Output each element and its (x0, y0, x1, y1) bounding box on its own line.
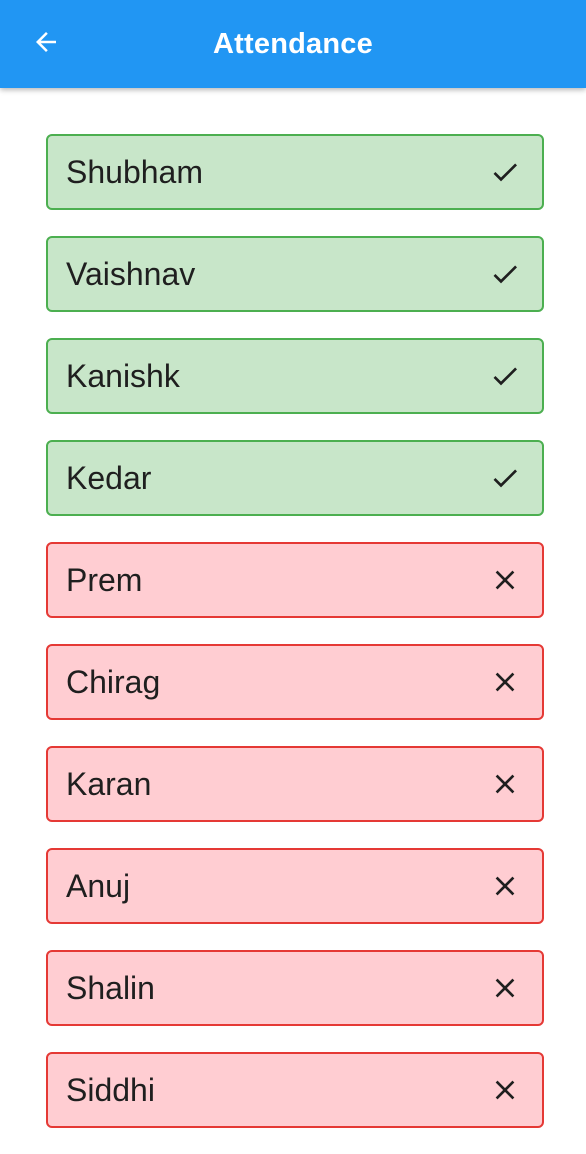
student-name: Vaishnav (66, 255, 196, 292)
check-icon (488, 461, 522, 495)
student-row-karan[interactable]: Karan (46, 746, 544, 822)
check-icon (488, 257, 522, 291)
close-icon (488, 869, 522, 903)
arrow-back-icon (31, 27, 61, 62)
close-icon (488, 767, 522, 801)
student-row-siddhi[interactable]: Siddhi (46, 1052, 544, 1128)
student-name: Anuj (66, 867, 131, 904)
student-name: Shubham (66, 153, 203, 190)
check-icon (488, 359, 522, 393)
close-icon (488, 563, 522, 597)
student-row-chirag[interactable]: Chirag (46, 644, 544, 720)
student-row-shalin[interactable]: Shalin (46, 950, 544, 1026)
attendance-list: Shubham Vaishnav Kanishk Kedar Prem Chir… (46, 134, 544, 1154)
student-name: Siddhi (66, 1071, 155, 1108)
app-bar: Attendance (0, 0, 586, 88)
student-name: Karan (66, 765, 152, 802)
student-row-anuj[interactable]: Anuj (46, 848, 544, 924)
student-row-shubham[interactable]: Shubham (46, 134, 544, 210)
student-row-kanishk[interactable]: Kanishk (46, 338, 544, 414)
student-row-vaishnav[interactable]: Vaishnav (46, 236, 544, 312)
check-icon (488, 155, 522, 189)
student-name: Kedar (66, 459, 152, 496)
student-row-prem[interactable]: Prem (46, 542, 544, 618)
close-icon (488, 665, 522, 699)
student-name: Kanishk (66, 357, 180, 394)
back-button[interactable] (22, 22, 70, 66)
student-name: Chirag (66, 663, 161, 700)
page-title: Attendance (213, 27, 373, 60)
student-row-kedar[interactable]: Kedar (46, 440, 544, 516)
close-icon (488, 1073, 522, 1107)
student-name: Prem (66, 561, 143, 598)
student-name: Shalin (66, 969, 155, 1006)
close-icon (488, 971, 522, 1005)
